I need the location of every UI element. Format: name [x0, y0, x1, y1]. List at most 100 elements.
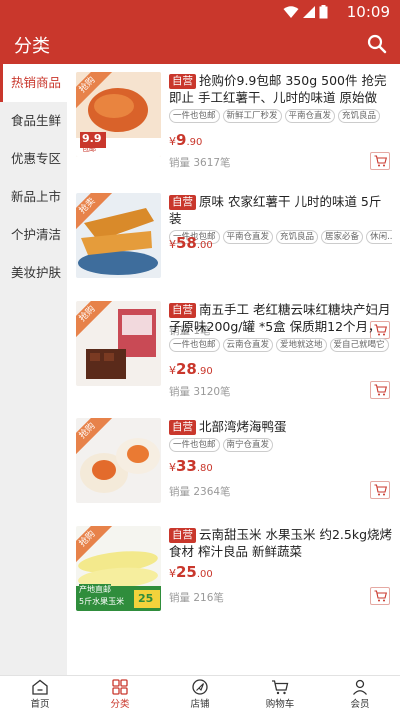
- product-tag: 充饥良品: [338, 109, 381, 123]
- product-tag: 一件也包邮: [169, 438, 220, 452]
- sidebar-item-label: 个护清洁: [11, 227, 62, 242]
- product-card[interactable]: 抢购 9.9 包邮 自营 抢购价9.9包邮 350g 500件 抢完即止 手工红薯…: [67, 64, 400, 179]
- self-operated-badge: 自营: [169, 74, 196, 89]
- product-tag: 新鲜工厂秒发: [222, 109, 282, 123]
- product-price: ¥25.00: [169, 563, 213, 581]
- product-info: 自营 云南甜玉米 水果玉米 约2.5kg烧烤食材 榨汁良品 新鲜蔬菜: [169, 526, 392, 560]
- product-tag: 南宁仓直发: [222, 438, 274, 452]
- product-tags: 一件也包邮 新鲜工厂秒发 平南仓直发 充饥良品: [169, 109, 392, 123]
- product-info: 自营 北部湾烤海鸭蛋 一件也包邮 南宁仓直发: [169, 418, 392, 452]
- sidebar-item-label: 食品生鲜: [11, 113, 62, 128]
- product-title[interactable]: 自营 南五手工 老红糖云味红糖块产妇月子原味200g/罐 *5盒 保质期12个月，…: [169, 301, 392, 335]
- cart-icon: [374, 590, 387, 602]
- product-sales: 销量 216笔: [169, 592, 224, 604]
- sidebar-item-beauty[interactable]: 美妆护肤: [0, 254, 67, 292]
- sidebar-item-personal-care[interactable]: 个护清洁: [0, 216, 67, 254]
- signal-icon: [303, 5, 315, 18]
- add-to-cart-button[interactable]: [370, 587, 390, 605]
- search-icon[interactable]: [366, 33, 388, 55]
- nav-label: 分类: [110, 699, 130, 710]
- product-tags: 一件也包邮 云南仓直发 爱地就这地 爱自己就喝它: [169, 338, 392, 352]
- store-icon: [192, 679, 208, 695]
- product-price: ¥33.80: [169, 457, 213, 475]
- product-title[interactable]: 自营 抢购价9.9包邮 350g 500件 抢完即止 手工红薯干、儿时的味道 原始…: [169, 72, 392, 106]
- product-tag: 一件也包邮: [169, 109, 220, 123]
- product-sales: 销量 3120笔: [169, 386, 231, 398]
- product-title[interactable]: 自营 云南甜玉米 水果玉米 约2.5kg烧烤食材 榨汁良品 新鲜蔬菜: [169, 526, 392, 560]
- product-image[interactable]: 抢购: [76, 301, 161, 386]
- nav-label: 店铺: [190, 699, 210, 710]
- category-icon: [112, 679, 128, 695]
- nav-cart[interactable]: 购物车: [240, 676, 320, 711]
- self-operated-badge: 自营: [169, 195, 196, 210]
- product-card[interactable]: 抢卖 自营 原味 农家红薯干 儿时的味道 5斤装 一件也包邮 平南仓直发 充饥良品…: [67, 185, 400, 339]
- product-sales: 销量 2364笔: [169, 486, 231, 498]
- sidebar-item-fresh-food[interactable]: 食品生鲜: [0, 102, 67, 140]
- product-title[interactable]: 自营 北部湾烤海鸭蛋: [169, 418, 392, 435]
- sidebar-item-deals[interactable]: 优惠专区: [0, 140, 67, 178]
- page-title: 分类: [14, 36, 50, 57]
- self-operated-badge: 自营: [169, 303, 196, 318]
- product-tag: 平南仓直发: [284, 109, 336, 123]
- cart-icon: [374, 155, 387, 167]
- category-sidebar: 热销商品 食品生鲜 优惠专区 新品上市 个护清洁 美妆护肤: [0, 64, 67, 675]
- product-info: 自营 抢购价9.9包邮 350g 500件 抢完即止 手工红薯干、儿时的味道 原始…: [169, 72, 392, 123]
- product-tags: 一件也包邮 南宁仓直发: [169, 438, 392, 452]
- product-tag: 平南仓直发: [222, 230, 274, 244]
- add-to-cart-button[interactable]: [370, 381, 390, 399]
- product-tag: 休闲...: [366, 230, 392, 244]
- product-card[interactable]: 抢购 自营 北部湾烤海鸭蛋 一件也包邮 南宁仓直发 ¥33.80 销量 2364笔: [67, 410, 400, 525]
- product-image[interactable]: 抢购 产地直邮 5斤水果玉米 25: [76, 526, 161, 611]
- sidebar-item-label: 新品上市: [11, 189, 62, 204]
- wifi-icon: [283, 5, 299, 18]
- app-bar: 分类: [0, 24, 400, 64]
- thumb-sub-caption: 包邮: [82, 145, 96, 153]
- thumb-caption-bottom: 5斤水果玉米: [79, 597, 125, 606]
- product-tag: 爱自己就喝它: [329, 338, 389, 352]
- sidebar-item-hot[interactable]: 热销商品: [0, 64, 67, 102]
- sidebar-item-label: 热销商品: [11, 75, 62, 90]
- product-tag: 充饥良品: [276, 230, 319, 244]
- product-info: 自营 南五手工 老红糖云味红糖块产妇月子原味200g/罐 *5盒 保质期12个月，…: [169, 301, 392, 352]
- nav-home[interactable]: 首页: [0, 676, 80, 711]
- self-operated-badge: 自营: [169, 420, 196, 435]
- cart-icon: [374, 484, 387, 496]
- product-title[interactable]: 自营 原味 农家红薯干 儿时的味道 5斤装: [169, 193, 392, 227]
- nav-store[interactable]: 店铺: [160, 676, 240, 711]
- cart-icon: [374, 384, 387, 396]
- product-sales: 销量 3617笔: [169, 157, 231, 169]
- product-tag: 云南仓直发: [222, 338, 274, 352]
- product-price: ¥58.00: [169, 234, 213, 252]
- product-price: ¥9.90: [169, 131, 203, 149]
- product-image[interactable]: 抢卖: [76, 193, 161, 278]
- product-tag: 居家必备: [321, 230, 364, 244]
- status-time: 10:09: [346, 3, 390, 21]
- nav-member[interactable]: 会员: [320, 676, 400, 711]
- nav-label: 首页: [30, 699, 50, 710]
- sidebar-item-new[interactable]: 新品上市: [0, 178, 67, 216]
- status-icons: [283, 5, 328, 19]
- product-tag: 一件也包邮: [169, 338, 220, 352]
- nav-label: 会员: [350, 699, 370, 710]
- self-operated-badge: 自营: [169, 528, 196, 543]
- product-card[interactable]: 抢购 自营 南五手工 老红糖云味红糖块产妇月子原味200g/罐 *5盒 保质期12…: [67, 293, 400, 408]
- home-icon: [32, 679, 48, 695]
- thumb-caption-top: 产地直邮: [79, 584, 111, 595]
- thumb-caption-price: 25: [138, 592, 154, 605]
- product-card[interactable]: 抢购 产地直邮 5斤水果玉米 25 自营 云南甜玉米 水果玉米 约2.5kg烧烤食…: [67, 518, 400, 633]
- product-tag: 爱地就这地: [276, 338, 327, 352]
- add-to-cart-button[interactable]: [370, 152, 390, 170]
- cart-icon: [272, 680, 289, 695]
- product-image[interactable]: 抢购: [76, 418, 161, 503]
- member-icon: [353, 679, 367, 695]
- status-bar: 10:09: [0, 0, 400, 24]
- add-to-cart-button[interactable]: [370, 481, 390, 499]
- battery-icon: [319, 5, 328, 19]
- product-price: ¥28.90: [169, 360, 213, 378]
- product-list: 抢购 9.9 包邮 自营 抢购价9.9包邮 350g 500件 抢完即止 手工红薯…: [67, 64, 400, 675]
- nav-label: 购物车: [265, 699, 295, 710]
- product-image[interactable]: 抢购 9.9 包邮: [76, 72, 161, 157]
- sidebar-item-label: 美妆护肤: [11, 265, 62, 280]
- sidebar-item-label: 优惠专区: [11, 151, 62, 166]
- nav-category[interactable]: 分类: [80, 676, 160, 711]
